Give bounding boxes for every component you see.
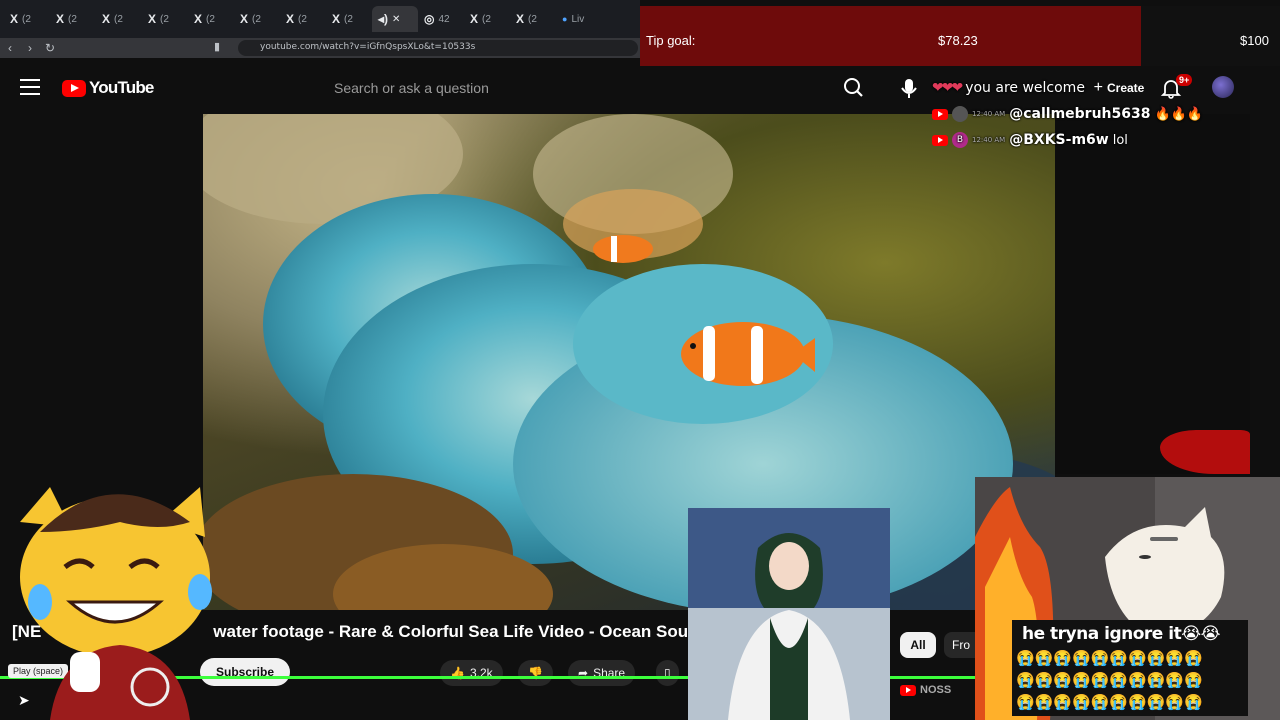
address-bar[interactable]: youtube.com/watch?v=iGfnQspsXLo&t=10533s: [238, 40, 638, 56]
create-button[interactable]: + Create: [1074, 76, 1164, 100]
audio-icon: ◂): [378, 12, 389, 26]
chat-username: @BXKS-m6w: [1009, 132, 1109, 148]
bookmark-icon[interactable]: ▮: [214, 40, 220, 53]
create-label: Create: [1106, 81, 1145, 95]
live-icon: ●: [562, 14, 568, 24]
x-icon: X: [10, 12, 19, 26]
chat-message: 12:40 AM @callmebruh5638 🔥🔥🔥: [932, 106, 1203, 122]
browser-tab[interactable]: X (2: [464, 6, 510, 32]
tab-count: (2: [206, 13, 215, 25]
x-icon: X: [56, 12, 65, 26]
like-button[interactable]: 👍 3.2k: [440, 660, 503, 686]
search-input[interactable]: Search or ask a question: [320, 72, 830, 104]
browser-tab-active[interactable]: ◂) ✕: [372, 6, 418, 32]
video-player[interactable]: [203, 114, 1055, 610]
chat-avatar: B: [952, 132, 968, 148]
anemone-clownfish-scene: [203, 114, 1055, 610]
clownfish-small: [593, 235, 653, 263]
cat-vtuber-avatar: [10, 482, 235, 720]
x-icon: X: [332, 12, 341, 26]
youtube-logo[interactable]: YouTube: [62, 78, 154, 98]
browser-tab[interactable]: X (2: [234, 6, 280, 32]
stream-screen: { "browser": { "tabs": [ {"icon": "x-ico…: [0, 0, 1280, 720]
x-icon: X: [148, 12, 157, 26]
chat-message: B 12:40 AM @BXKS-m6w lol: [932, 132, 1128, 148]
youtube-play-icon: [62, 79, 86, 97]
video-title-text: water footage - Rare & Colorful Sea Life…: [213, 622, 699, 641]
browser-tab[interactable]: ● Liv: [556, 6, 602, 32]
x-icon: X: [516, 12, 525, 26]
tab-count: (2: [528, 13, 537, 25]
tab-count: (2: [22, 13, 31, 25]
share-button[interactable]: ➦ Share: [568, 660, 636, 686]
crying-emoji-grid: 😭😭😭😭😭😭😭😭😭😭 😭😭😭😭😭😭😭😭😭😭 😭😭😭😭😭😭😭😭😭😭: [1016, 650, 1203, 711]
chat-avatar: [952, 106, 968, 122]
forward-icon[interactable]: ›: [20, 41, 40, 55]
tab-count: (2: [114, 13, 123, 25]
account-avatar[interactable]: [1212, 76, 1234, 98]
browser-tab[interactable]: ◎ 42: [418, 6, 464, 32]
reload-icon[interactable]: ↻: [40, 41, 60, 55]
back-icon[interactable]: ‹: [0, 41, 20, 55]
chat-message: ❤❤❤ you are welcome: [932, 80, 1085, 96]
globe-icon: ◎: [424, 12, 435, 26]
tab-count: (2: [344, 13, 353, 25]
tab-count: (2: [160, 13, 169, 25]
search-icon[interactable]: [836, 72, 870, 104]
browser-tab[interactable]: X (2: [326, 6, 372, 32]
tab-count: (2: [482, 13, 491, 25]
youtube-icon: [932, 134, 948, 146]
crying-emoji-icon: 😭😭: [1181, 624, 1220, 644]
x-icon: X: [194, 12, 203, 26]
dislike-button[interactable]: 👎: [518, 660, 553, 686]
youtube-icon: [900, 684, 916, 696]
browser-tab[interactable]: X (2: [510, 6, 556, 32]
hamburger-menu-icon[interactable]: [20, 79, 40, 95]
tab-count: (2: [68, 13, 77, 25]
youtube-icon: [932, 108, 948, 120]
meme-caption: he tryna ignore it😭😭: [1022, 624, 1220, 644]
browser-tab[interactable]: X (2: [4, 6, 50, 32]
channel-name: NOSS: [920, 684, 952, 696]
related-channel[interactable]: NOSS: [900, 684, 951, 696]
browser-tab[interactable]: X (2: [96, 6, 142, 32]
chat-time: 12:40 AM: [972, 110, 1006, 118]
chip-all[interactable]: All: [900, 632, 936, 658]
notification-badge: 9+: [1176, 74, 1193, 86]
tip-goal-target: $100: [1240, 33, 1269, 48]
microphone-icon[interactable]: [893, 72, 925, 104]
chat-text: 🔥🔥🔥: [1154, 106, 1204, 122]
x-icon: X: [240, 12, 249, 26]
tip-goal-label: Tip goal:: [646, 33, 696, 48]
tab-count: 42: [438, 13, 450, 25]
tab-count: Liv: [571, 13, 585, 25]
browser-tab[interactable]: X (2: [280, 6, 326, 32]
anime-character-overlay: [688, 508, 890, 720]
x-icon: X: [286, 12, 295, 26]
browser-tab-strip: X (2 X (2 X (2 X (2 X (2 X (2 X (2 X (2 ◂) ✕ ◎ 42 …: [0, 0, 640, 38]
meme-caption-text: he tryna ignore it: [1022, 624, 1182, 644]
save-button[interactable]: ▯: [656, 660, 679, 686]
x-icon: X: [102, 12, 111, 26]
chat-username: @callmebruh5638: [1009, 106, 1151, 122]
tab-count: (2: [252, 13, 261, 25]
browser-tab[interactable]: X (2: [142, 6, 188, 32]
chat-text: you are welcome: [965, 80, 1085, 96]
youtube-logo-text: YouTube: [89, 78, 154, 97]
tab-count: (2: [298, 13, 307, 25]
browser-tab[interactable]: X (2: [188, 6, 234, 32]
close-icon[interactable]: ✕: [392, 14, 400, 25]
chat-time: 12:40 AM: [972, 136, 1006, 144]
x-icon: X: [470, 12, 479, 26]
plus-icon: +: [1093, 79, 1103, 96]
browser-tab[interactable]: X (2: [50, 6, 96, 32]
video-side-shadow: [1055, 114, 1250, 474]
chat-text: lol: [1112, 132, 1128, 148]
tip-goal-current: $78.23: [938, 33, 978, 48]
heart-emote-icon: ❤❤❤: [932, 80, 963, 96]
